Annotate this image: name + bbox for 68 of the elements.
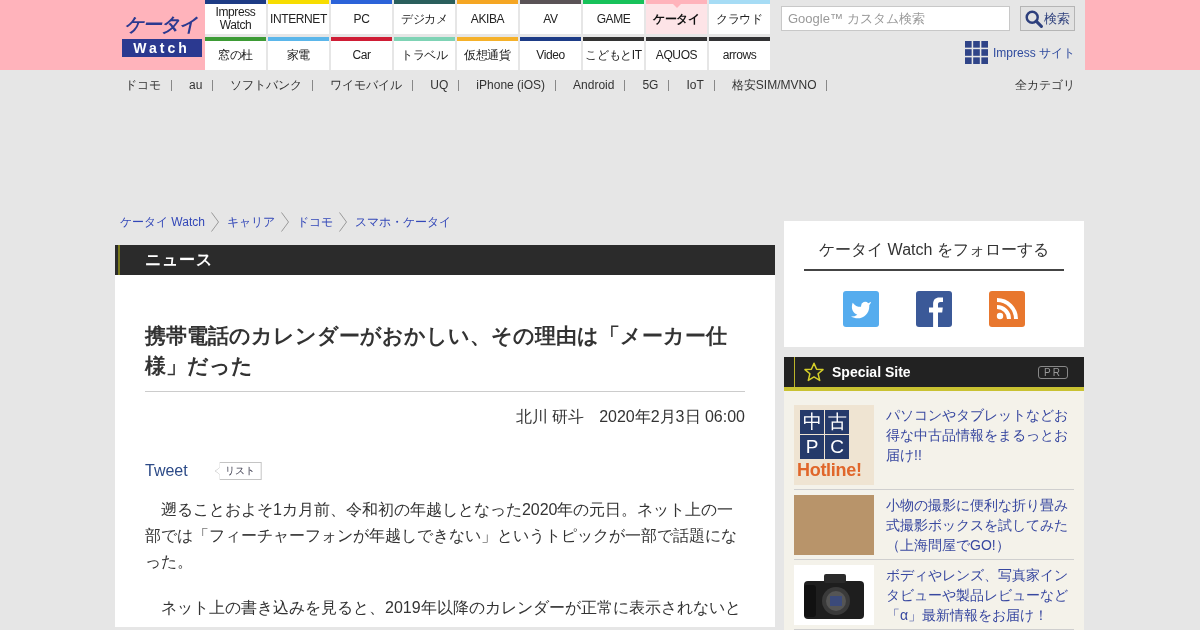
site-nav-link[interactable]: Video (520, 37, 581, 70)
category-link[interactable]: ドコモ (125, 76, 161, 94)
chevron-icon (338, 212, 347, 232)
logo-character: 中 (800, 410, 824, 434)
author-name: 北川 研斗 (515, 407, 585, 427)
breadcrumb-link[interactable]: キャリア (226, 213, 275, 231)
special-site-link[interactable]: ボディやレンズ、写真家インタビューや製品レビューなど「α」最新情報をお届け！ (886, 565, 1074, 625)
site-nav-link[interactable]: クラウド (709, 0, 770, 34)
site-nav-link[interactable]: トラベル (394, 37, 455, 70)
section-heading: ニュース (115, 245, 775, 275)
breadcrumb-link[interactable]: ケータイ Watch (120, 213, 205, 231)
follow-heading: ケータイ Watch をフォローする (819, 241, 1049, 258)
special-site-title: Special Site (832, 362, 911, 382)
letter-f-icon[interactable] (916, 291, 952, 327)
special-site-link[interactable]: パソコンやタブレットなどお得な中古品情報をまるっとお届け!! (886, 405, 1074, 485)
search-icon (1025, 9, 1043, 28)
article-paragraph: ネット上の書き込みを見ると、2019年以降のカレンダーが正常に表示されないと (160, 598, 742, 618)
hotline-logo[interactable]: 中 古 P C Hotline! (794, 405, 874, 485)
category-link[interactable]: ワイモバイル (330, 76, 403, 94)
site-nav-link[interactable]: AKIBA (457, 0, 518, 34)
logo-character: 古 (825, 410, 849, 434)
site-nav-link[interactable]: Impress Watch (205, 0, 266, 34)
logo-text[interactable]: ケータイ (123, 13, 200, 36)
pr-label: PR (1038, 365, 1068, 379)
logo-caption: Hotline! (797, 460, 863, 481)
site-nav-link[interactable]: AQUOS (646, 37, 707, 70)
logo-character: C (825, 435, 849, 459)
category-link[interactable]: au (189, 76, 203, 94)
chevron-icon (210, 212, 219, 232)
impress-sites-link[interactable]: Impress サイト (965, 41, 1075, 64)
article-title: 携帯電話のカレンダーがおかしい、その理由は「メーカー仕様」だった (145, 323, 728, 379)
all-categories-link[interactable]: 全カテゴリ (1015, 76, 1075, 94)
site-nav-link[interactable]: 窓の杜 (205, 37, 266, 70)
category-link[interactable]: IoT (686, 76, 704, 94)
site-nav-link[interactable]: デジカメ (394, 0, 455, 34)
site-nav-link[interactable]: PC (331, 0, 392, 34)
site-nav-link[interactable]: Car (331, 37, 392, 70)
category-link[interactable]: UQ (430, 76, 449, 94)
category-link[interactable]: Android (573, 76, 615, 94)
category-link[interactable]: 5G (642, 76, 659, 94)
rss-icon[interactable] (989, 291, 1025, 327)
camera-drawing[interactable] (794, 565, 874, 625)
logo-character: P (800, 435, 824, 459)
special-site-link[interactable]: 小物の撮影に便利な折り畳み式撮影ボックスを試してみた（上海問屋でGO!） (886, 495, 1074, 555)
star-icon (804, 362, 824, 382)
site-nav-link[interactable]: 仮想通貨 (457, 37, 518, 70)
chevron-icon (280, 212, 289, 232)
search-field[interactable]: Google™ カスタム検索 (781, 6, 1010, 31)
tweet-link[interactable]: Tweet (145, 459, 188, 483)
category-link[interactable]: 格安SIM/MVNO (731, 76, 817, 94)
breadcrumb-link[interactable]: ドコモ (296, 213, 333, 231)
list-button[interactable]: リスト (214, 462, 262, 480)
category-link[interactable]: iPhone (iOS) (476, 76, 546, 94)
site-nav-link[interactable]: INTERNET (268, 0, 329, 34)
site-nav-link[interactable]: GAME (583, 0, 644, 34)
grid-icon (965, 41, 988, 64)
bird-icon[interactable] (843, 291, 879, 327)
logo-label: Watch (121, 38, 202, 57)
site-nav-link[interactable]: AV (520, 0, 581, 34)
publish-date: 2020年2月3日 06:00 (599, 407, 745, 427)
breadcrumb-link[interactable]: スマホ・ケータイ (354, 213, 451, 231)
search-button[interactable]: 検索 (1020, 6, 1075, 31)
site-nav-link[interactable]: こどもとIT (583, 37, 644, 70)
site-nav-link[interactable]: arrows (709, 37, 770, 70)
site-nav-link[interactable]: ケータイ (646, 0, 707, 34)
category-link[interactable]: ソフトバンク (230, 76, 303, 94)
article-paragraph: 遡ることおよそ1カ月前、令和初の年越しとなった2020年の元日。ネット上の一部では「フィーチャーフォンが年越しできない」というトピックが一部で話題になった。 (145, 500, 738, 572)
site-nav-link[interactable]: 家電 (268, 37, 329, 70)
